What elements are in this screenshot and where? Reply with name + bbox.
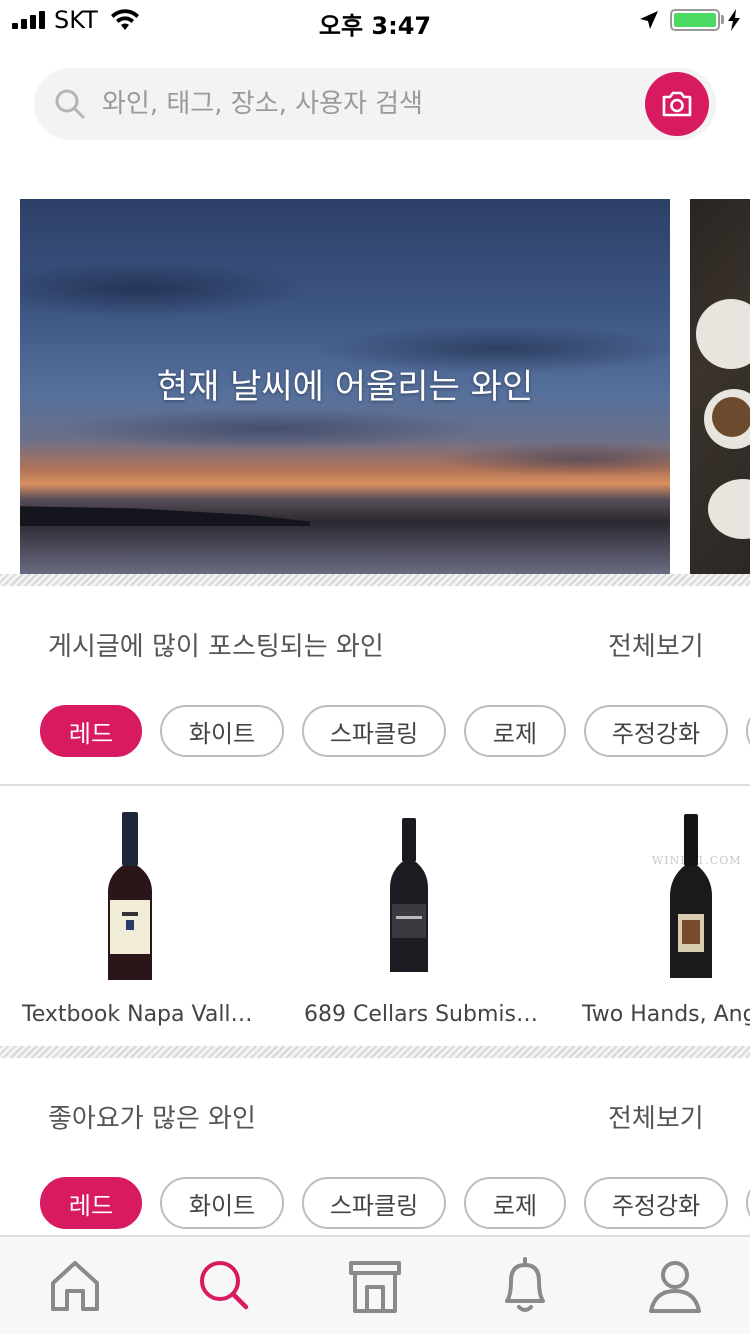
banner-next-preview[interactable] bbox=[690, 199, 750, 574]
wine-type-filter: 레드 화이트 스파클링 로제 주정강화 bbox=[40, 705, 750, 757]
profile-icon[interactable] bbox=[647, 1257, 703, 1315]
home-icon[interactable] bbox=[47, 1257, 103, 1315]
store-icon[interactable] bbox=[347, 1257, 403, 1315]
charging-bolt-icon bbox=[728, 9, 740, 31]
wine-card[interactable]: WINE21.COM Two Hands, Ange bbox=[580, 800, 750, 1040]
section-title-most-liked: 좋아요가 많은 와인 bbox=[48, 1104, 256, 1134]
wine-name: 689 Cellars Submis… bbox=[304, 1002, 538, 1027]
chip-fortified[interactable]: 주정강화 bbox=[584, 705, 728, 757]
divider bbox=[0, 784, 750, 786]
search-icon bbox=[55, 89, 85, 119]
chip-rose[interactable]: 로제 bbox=[464, 1177, 566, 1229]
chip-red[interactable]: 레드 bbox=[40, 1177, 142, 1229]
camera-icon bbox=[662, 91, 692, 117]
see-all-link[interactable]: 전체보기 bbox=[608, 626, 704, 663]
banner-weather-wine[interactable]: 현재 날씨에 어울리는 와인 bbox=[20, 199, 670, 574]
wine-card[interactable]: Textbook Napa Vall… bbox=[20, 800, 260, 1040]
search-icon[interactable] bbox=[196, 1257, 252, 1315]
search-bar[interactable] bbox=[34, 68, 716, 140]
section-separator bbox=[0, 574, 750, 586]
section-title-most-posted: 게시글에 많이 포스팅되는 와인 bbox=[48, 632, 384, 662]
see-all-link[interactable]: 전체보기 bbox=[608, 1098, 704, 1135]
wine-type-filter: 레드 화이트 스파클링 로제 주정강화 bbox=[40, 1177, 750, 1229]
chip-more[interactable] bbox=[746, 705, 750, 757]
wine-name: Textbook Napa Vall… bbox=[22, 1002, 253, 1027]
chip-sparkling[interactable]: 스파클링 bbox=[302, 1177, 446, 1229]
section-separator bbox=[0, 1046, 750, 1058]
location-arrow-icon bbox=[640, 11, 658, 29]
wine-card[interactable]: 689 Cellars Submis… bbox=[300, 800, 540, 1040]
banner-title: 현재 날씨에 어울리는 와인 bbox=[156, 367, 534, 407]
plate-image bbox=[696, 299, 750, 369]
plate-image bbox=[708, 479, 750, 539]
status-bar: SKT 오후 3:47 bbox=[0, 0, 750, 40]
wine-name: Two Hands, Ange bbox=[582, 1002, 750, 1027]
tab-bar bbox=[0, 1235, 750, 1334]
camera-search-button[interactable] bbox=[645, 72, 709, 136]
wine-bottle-image bbox=[670, 814, 712, 978]
chip-sparkling[interactable]: 스파클링 bbox=[302, 705, 446, 757]
chip-red[interactable]: 레드 bbox=[40, 705, 142, 757]
wine-bottle-image bbox=[108, 812, 152, 980]
chip-more[interactable] bbox=[746, 1177, 750, 1229]
wine-bottle-image bbox=[390, 818, 428, 972]
battery-icon bbox=[670, 9, 720, 31]
search-input[interactable] bbox=[102, 68, 642, 140]
food-image bbox=[712, 397, 750, 437]
chip-rose[interactable]: 로제 bbox=[464, 705, 566, 757]
chip-white[interactable]: 화이트 bbox=[160, 705, 284, 757]
chip-fortified[interactable]: 주정강화 bbox=[584, 1177, 728, 1229]
bell-icon[interactable] bbox=[497, 1257, 553, 1315]
chip-white[interactable]: 화이트 bbox=[160, 1177, 284, 1229]
battery-tip bbox=[721, 15, 724, 24]
